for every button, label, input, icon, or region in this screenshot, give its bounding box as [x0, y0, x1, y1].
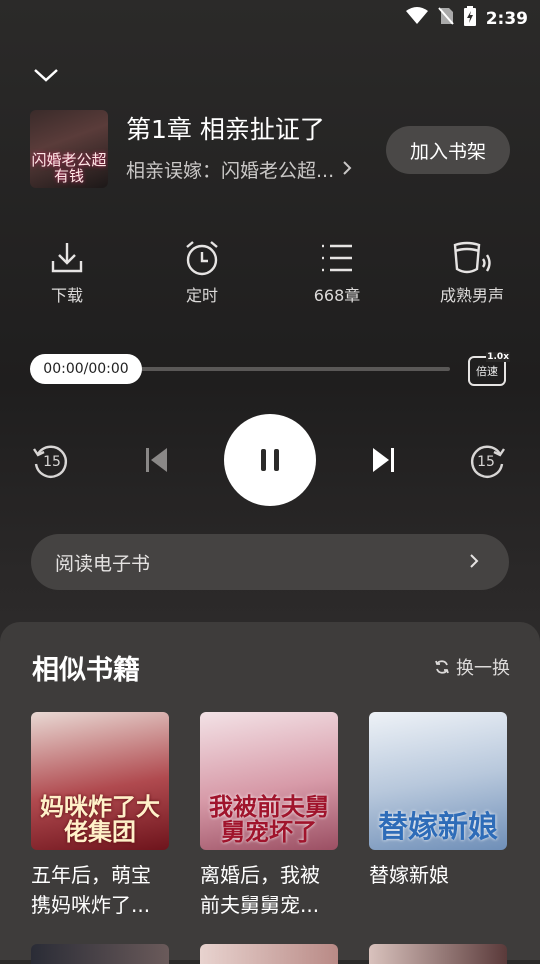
- book-title: 相亲误嫁：闪婚老公超...: [126, 160, 335, 182]
- timer-label: 定时: [185, 286, 218, 305]
- similar-books-title: 相似书籍: [32, 655, 140, 686]
- chapter-title: 第1章 相亲扯证了: [126, 115, 325, 144]
- download-icon: [12, 238, 122, 278]
- book-card-title: 替嫁新娘: [369, 863, 449, 887]
- book-card-cover-text: 妈咪炸了大佬集团: [40, 792, 160, 846]
- refresh-icon: [435, 660, 449, 674]
- chapter-list-button[interactable]: 668章: [282, 238, 392, 306]
- book-card-title: 五年后，萌宝携妈咪炸了...: [31, 863, 151, 917]
- battery-icon: [463, 6, 476, 31]
- playback-controls: 15 15: [0, 414, 540, 506]
- read-ebook-button[interactable]: 阅读电子书: [31, 534, 509, 590]
- book-card-cover: 妈咪炸了大佬集团: [31, 712, 169, 850]
- forward-15-button[interactable]: 15: [468, 440, 508, 480]
- book-card[interactable]: 替嫁新娘 替嫁新娘: [369, 712, 507, 890]
- no-sim-icon: [437, 7, 454, 30]
- download-button[interactable]: 下载: [12, 238, 122, 306]
- refresh-button[interactable]: 换一换: [434, 654, 510, 680]
- book-card[interactable]: 妈咪炸了大佬集团 五年后，萌宝携妈咪炸了...: [31, 712, 169, 920]
- refresh-label: 换一换: [456, 658, 510, 679]
- voice-icon: [417, 238, 527, 278]
- chevron-right-icon: [469, 552, 479, 574]
- book-card-cover-text: 我被前夫舅舅宠坏了: [209, 792, 329, 846]
- book-cover-text: 闪婚老公超有钱: [31, 151, 107, 185]
- book-card-cover-text: 替嫁新娘: [378, 810, 498, 845]
- book-card[interactable]: 我被前夫舅舅宠坏了 离婚后，我被前夫舅舅宠...: [200, 712, 338, 920]
- chevron-right-icon: [342, 159, 352, 181]
- skip-next-icon: [373, 448, 394, 472]
- rewind-15-button[interactable]: 15: [30, 440, 70, 480]
- book-header: 闪婚老公超有钱 第1章 相亲扯证了 相亲误嫁：闪婚老公超... 加入书架: [30, 110, 510, 190]
- forward-15-text: 15: [477, 454, 495, 470]
- pause-icon: [261, 449, 279, 471]
- voice-label: 成熟男声: [439, 286, 504, 305]
- similar-books-panel: 相似书籍 换一换 妈咪炸了大佬集团 五年后，萌宝携妈咪炸了... 我被前夫舅舅宠…: [0, 622, 540, 960]
- book-card-cover-partial[interactable]: [200, 944, 338, 964]
- skip-previous-icon: [146, 448, 167, 472]
- collapse-chevron-icon[interactable]: [30, 64, 62, 88]
- tool-row: 下载 定时 668章 成熟男声: [0, 238, 540, 308]
- rewind-15-icon: 15: [33, 445, 68, 478]
- book-card-title: 离婚后，我被前夫舅舅宠...: [200, 863, 320, 917]
- pause-button[interactable]: [224, 414, 316, 506]
- progress-time[interactable]: 00:00/00:00: [30, 354, 142, 384]
- read-ebook-label: 阅读电子书: [55, 552, 151, 575]
- timer-button[interactable]: 定时: [147, 238, 257, 306]
- chapter-list-icon: [282, 238, 392, 278]
- book-card-cover: 替嫁新娘: [369, 712, 507, 850]
- clock-time: 2:39: [485, 8, 528, 29]
- book-cover[interactable]: 闪婚老公超有钱: [30, 110, 108, 188]
- speed-button[interactable]: 倍速 1.0x: [466, 352, 510, 386]
- alarm-clock-icon: [147, 238, 257, 278]
- book-title-link[interactable]: 相亲误嫁：闪婚老公超...: [126, 156, 352, 183]
- chapter-count-label: 668章: [313, 286, 361, 305]
- add-to-shelf-button[interactable]: 加入书架: [386, 126, 510, 174]
- previous-button[interactable]: [140, 444, 172, 476]
- rewind-15-text: 15: [43, 454, 61, 470]
- status-bar: 2:39: [0, 0, 540, 36]
- wifi-icon: [405, 7, 428, 30]
- next-button[interactable]: [368, 444, 400, 476]
- book-card-cover-partial[interactable]: [369, 944, 507, 964]
- forward-15-icon: 15: [470, 445, 505, 478]
- speed-value: 1.0x: [486, 352, 510, 362]
- book-card-cover-partial[interactable]: [31, 944, 169, 964]
- download-label: 下载: [50, 286, 83, 305]
- book-card-cover: 我被前夫舅舅宠坏了: [200, 712, 338, 850]
- voice-button[interactable]: 成熟男声: [417, 238, 527, 306]
- playback-progress-slider[interactable]: 00:00/00:00: [30, 352, 450, 384]
